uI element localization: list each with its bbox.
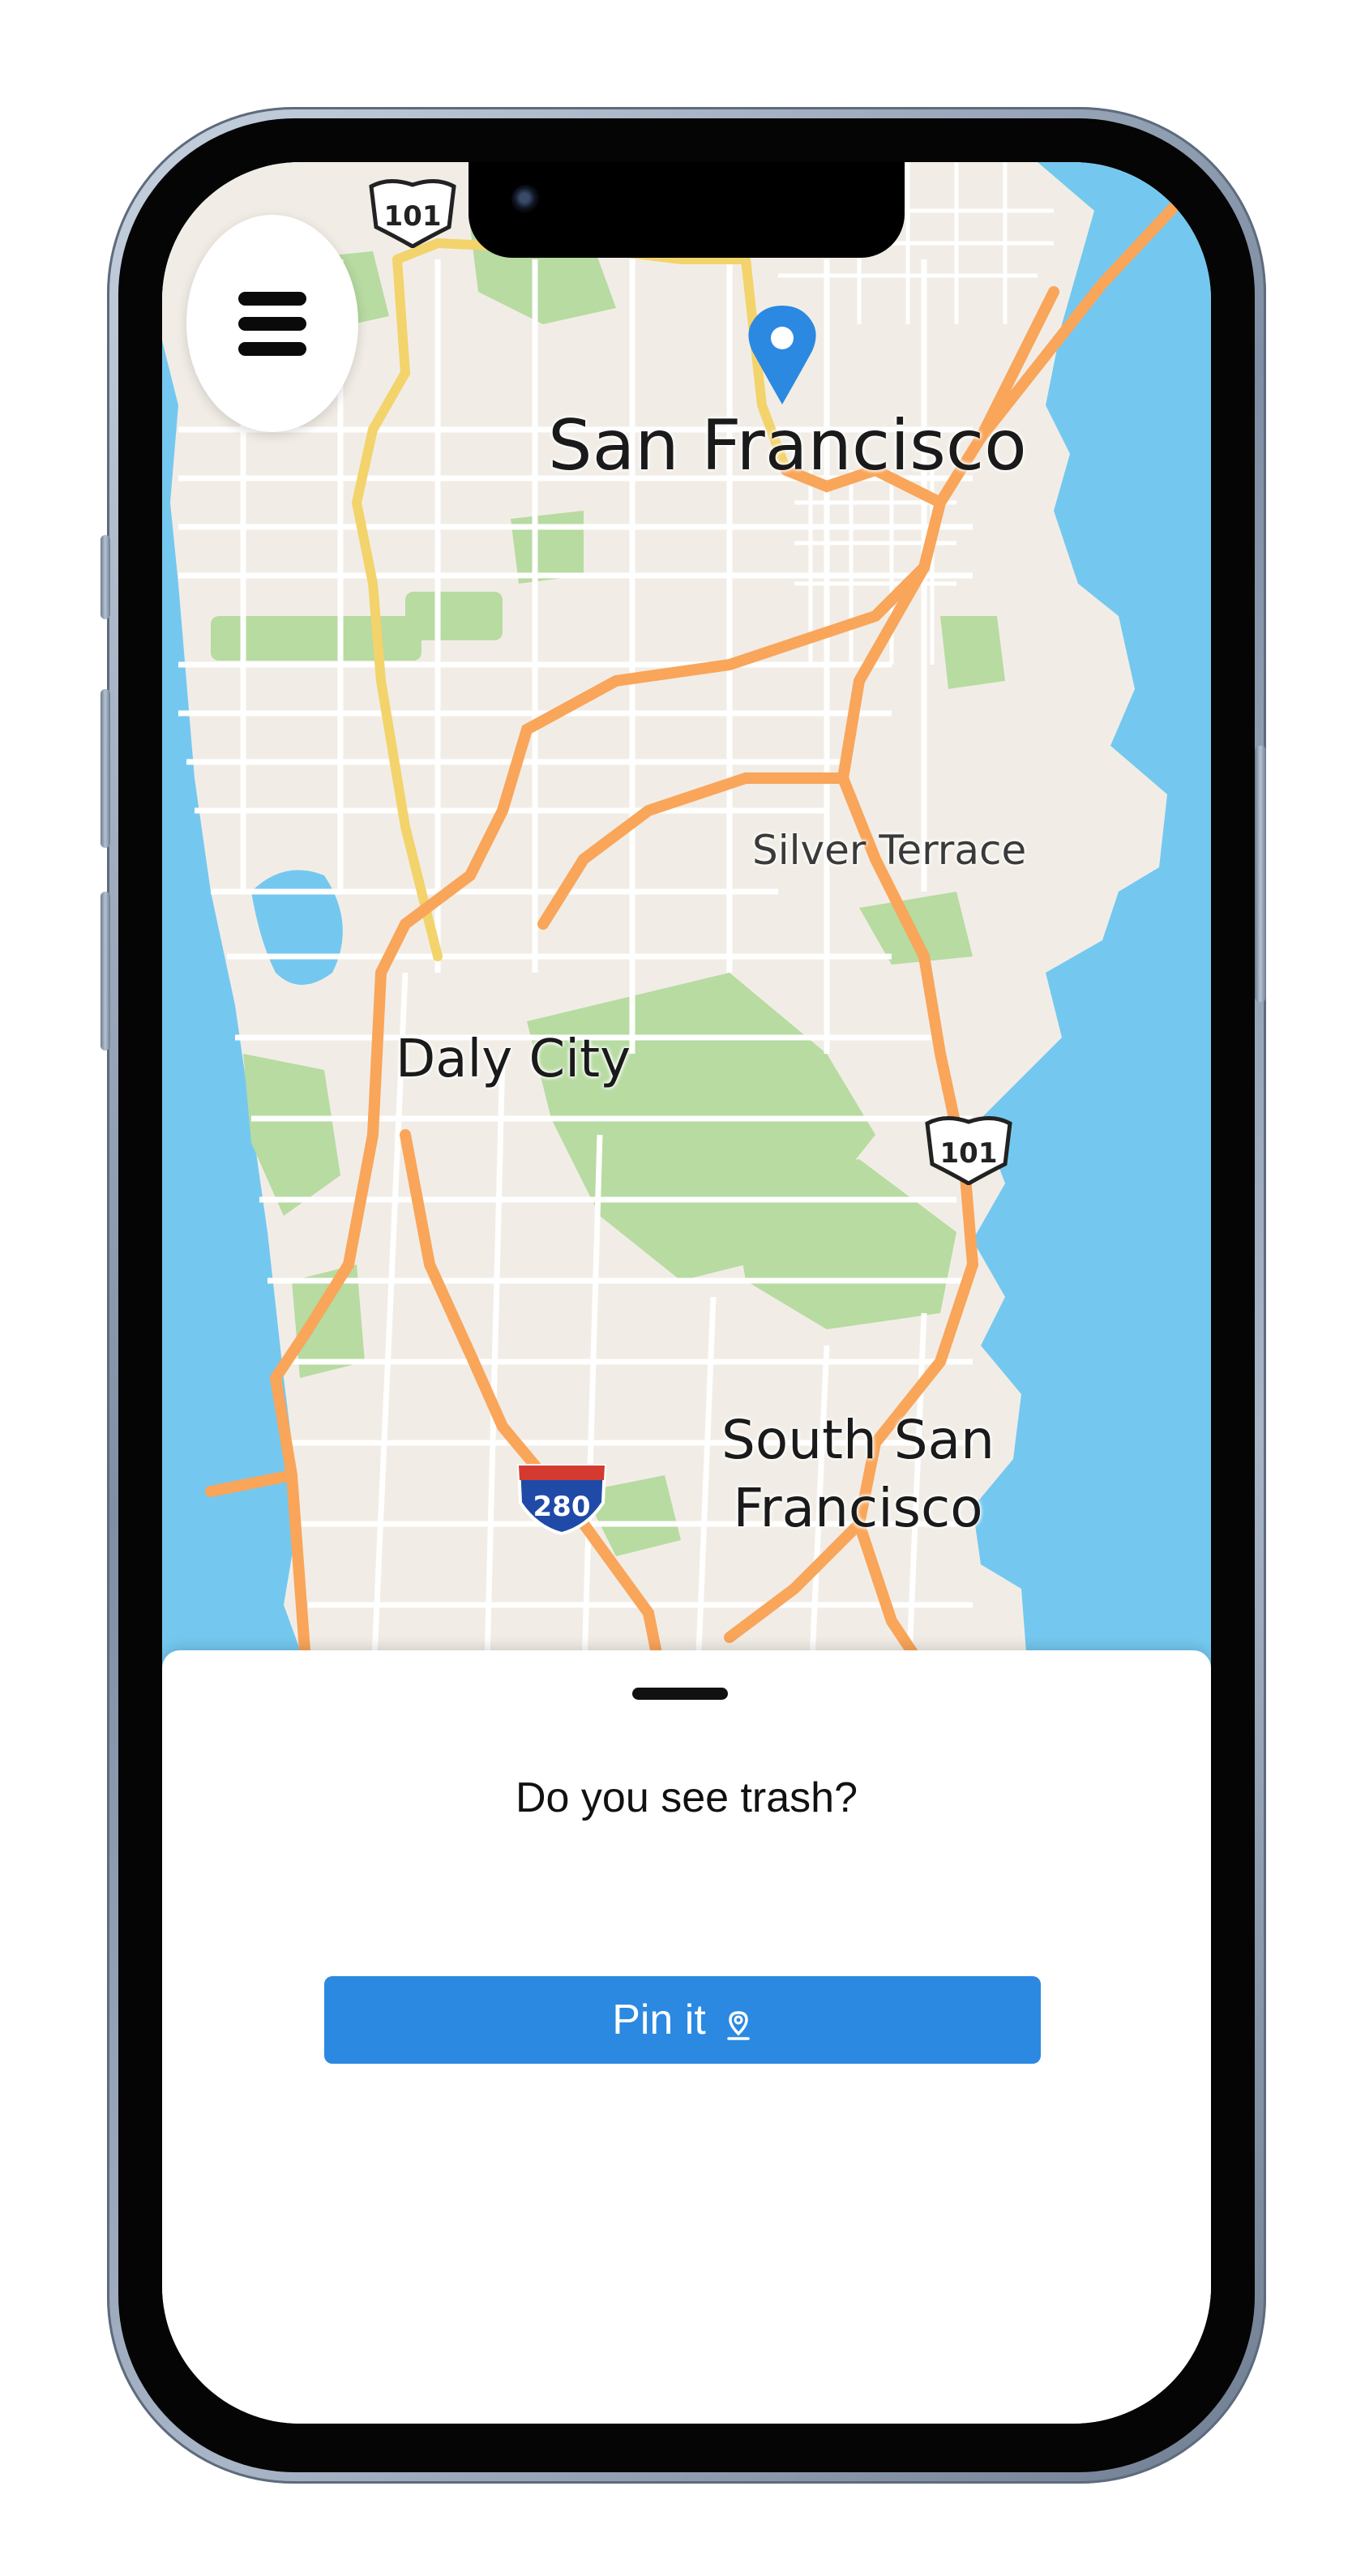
- notch: [469, 162, 905, 258]
- hamburger-menu-icon[interactable]: [186, 215, 358, 432]
- menu-bar-top: [238, 291, 306, 306]
- phone-screen: San Francisco Silver Terrace Daly City S…: [162, 162, 1211, 2424]
- us-101-shield-top: 101: [365, 178, 460, 248]
- map-label-silver-terrace: Silver Terrace: [752, 827, 1027, 874]
- trash-question: Do you see trash?: [515, 1774, 858, 1821]
- front-camera: [511, 185, 541, 214]
- pin-it-button[interactable]: Pin it: [324, 1976, 1041, 2064]
- map-pin-outline-icon: [724, 2004, 753, 2040]
- us-101-shield-right-label: 101: [940, 1137, 998, 1170]
- bottom-sheet: Do you see trash? Pin it: [162, 1650, 1211, 2424]
- mute-switch: [101, 535, 110, 619]
- pin-it-button-label: Pin it: [612, 1996, 706, 2043]
- power-button: [1255, 746, 1266, 1002]
- menu-bar-bottom: [238, 341, 306, 356]
- volume-up-button: [101, 689, 110, 848]
- volume-down-button: [101, 892, 110, 1051]
- sheet-drag-handle[interactable]: [632, 1688, 728, 1700]
- menu-bar-middle: [238, 316, 306, 331]
- us-101-shield-right: 101: [921, 1115, 1016, 1185]
- map-label-south-sf-line1: South San: [721, 1409, 995, 1471]
- us-101-shield-top-label: 101: [384, 200, 442, 233]
- map-label-daly-city: Daly City: [396, 1029, 631, 1089]
- map-label-south-san-francisco: South San Francisco: [721, 1406, 995, 1543]
- location-pin-icon[interactable]: [746, 304, 819, 406]
- i-280-shield: 280: [514, 1462, 610, 1535]
- map-label-san-francisco: San Francisco: [548, 405, 1027, 486]
- i-280-shield-label: 280: [533, 1491, 591, 1523]
- map-label-south-sf-line2: Francisco: [733, 1477, 983, 1539]
